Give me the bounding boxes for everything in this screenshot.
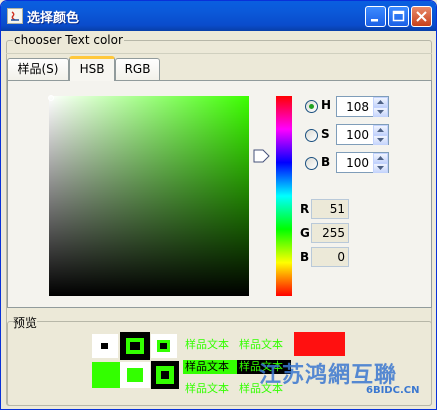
saturation-brightness-picker[interactable]	[49, 96, 249, 296]
minimize-button[interactable]	[365, 6, 386, 27]
brightness-increment-button[interactable]	[373, 153, 388, 163]
green-value: 255	[311, 223, 349, 243]
arrow-up-icon	[377, 128, 384, 132]
hue-value[interactable]: 108	[346, 100, 369, 114]
hue-increment-button[interactable]	[373, 97, 388, 107]
red-label: R	[300, 202, 310, 216]
arrow-down-icon	[377, 166, 384, 170]
preview-swatch-black-bg	[120, 332, 150, 360]
blue-value: 0	[311, 247, 349, 267]
saturation-radio[interactable]	[305, 129, 318, 142]
brightness-decrement-button[interactable]	[373, 163, 388, 173]
sample-text-plain-3: 样品文本	[185, 382, 229, 395]
tab-hsb[interactable]: HSB	[69, 56, 115, 81]
previous-color-swatch	[294, 332, 345, 356]
preview-swatch-outline	[151, 334, 177, 358]
java-app-icon	[7, 8, 23, 24]
sample-text-plain-2: 样品文本	[239, 338, 283, 351]
saturation-decrement-button[interactable]	[373, 135, 388, 145]
preview-swatch-white-inner	[120, 362, 150, 388]
watermark-subtext: 6BIDC.CN	[366, 385, 420, 396]
preview-label: 预览	[13, 314, 38, 331]
saturation-spinner[interactable]: 100	[336, 124, 389, 145]
arrow-up-icon	[377, 100, 384, 104]
hue-spinner[interactable]: 108	[336, 96, 389, 117]
arrow-down-icon	[377, 138, 384, 142]
sample-text-plain-1: 样品文本	[185, 338, 229, 351]
hue-decrement-button[interactable]	[373, 107, 388, 117]
saturation-increment-button[interactable]	[373, 125, 388, 135]
tab-swatches[interactable]: 样品(S)	[7, 58, 69, 80]
preview-swatch-black-inner	[151, 361, 179, 389]
close-icon	[416, 11, 427, 22]
saturation-value[interactable]: 100	[346, 128, 369, 142]
maximize-button[interactable]	[388, 6, 409, 27]
tab-rgb[interactable]: RGB	[115, 58, 160, 80]
preview-swatch-white-bg	[92, 334, 118, 358]
brightness-label: B	[321, 155, 331, 169]
brightness-spinner[interactable]: 100	[336, 152, 389, 173]
sample-text-highlighted-1: 样品文本	[183, 360, 237, 374]
arrow-up-icon	[377, 156, 384, 160]
saturation-label: S	[321, 127, 330, 141]
hue-label: H	[321, 98, 332, 112]
arrow-down-icon	[377, 110, 384, 114]
title-bar[interactable]: 选择颜色	[1, 1, 436, 31]
red-value: 51	[311, 199, 349, 219]
brightness-value[interactable]: 100	[346, 156, 369, 170]
color-chooser-window: 选择颜色 chooser Text color 样品(S) HSB RGB H …	[0, 0, 437, 410]
tab-hsb-label: HSB	[79, 62, 105, 76]
chooser-separator	[6, 53, 432, 54]
preview-swatch-solid	[92, 362, 120, 388]
tab-rgb-label: RGB	[124, 62, 151, 76]
brightness-radio[interactable]	[305, 157, 318, 170]
chooser-group-label: chooser Text color	[13, 33, 124, 47]
color-marker[interactable]	[48, 95, 54, 101]
maximize-icon	[392, 10, 405, 22]
blue-label: B	[300, 250, 310, 264]
close-button[interactable]	[411, 6, 432, 27]
window-title: 选择颜色	[27, 11, 80, 26]
minimize-icon	[371, 19, 378, 22]
hue-slider[interactable]	[276, 96, 292, 296]
green-label: G	[300, 226, 310, 240]
hue-radio[interactable]	[305, 100, 318, 113]
hue-slider-arrow-icon[interactable]	[253, 148, 271, 164]
tab-swatches-label: 样品(S)	[17, 62, 59, 76]
